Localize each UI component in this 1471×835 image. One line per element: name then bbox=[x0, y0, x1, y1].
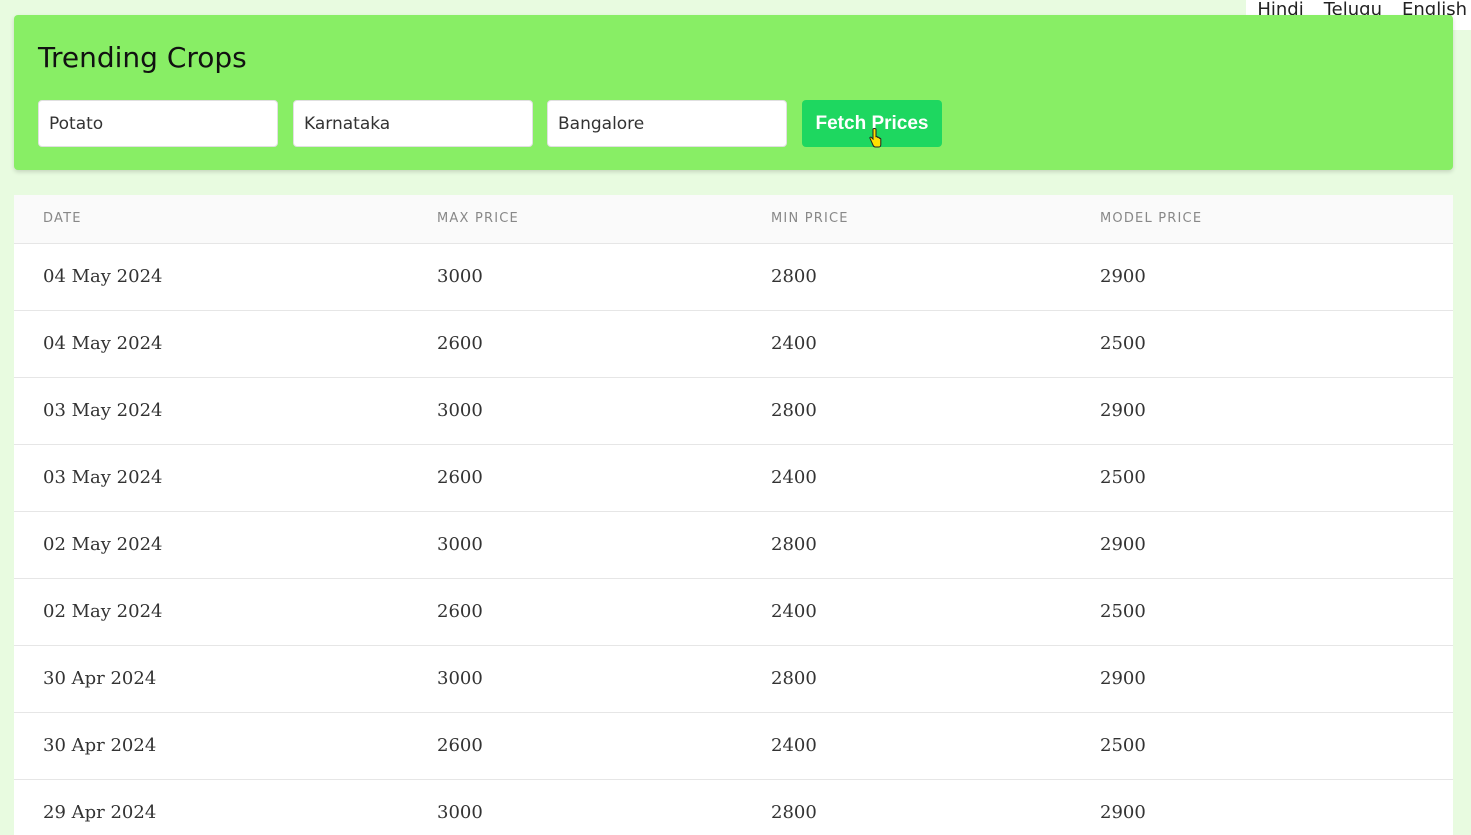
cell-date: 30 Apr 2024 bbox=[43, 668, 157, 689]
cell-date: 29 Apr 2024 bbox=[43, 802, 157, 824]
cell-model-price: 2500 bbox=[1100, 467, 1146, 488]
cell-max-price: 2600 bbox=[437, 735, 483, 756]
column-header-model-price: MODEL PRICE bbox=[1100, 211, 1203, 227]
table-row: 04 May 2024 2600 2400 2500 bbox=[14, 310, 1453, 377]
cell-model-price: 2500 bbox=[1100, 735, 1146, 756]
cell-min-price: 2800 bbox=[771, 668, 817, 689]
cell-model-price: 2900 bbox=[1100, 802, 1146, 824]
crop-input[interactable] bbox=[38, 100, 278, 147]
cell-model-price: 2900 bbox=[1100, 266, 1146, 287]
state-input[interactable] bbox=[293, 100, 533, 147]
cell-model-price: 2900 bbox=[1100, 400, 1146, 421]
cell-max-price: 3000 bbox=[437, 534, 483, 555]
cell-max-price: 3000 bbox=[437, 668, 483, 689]
column-header-max-price: MAX PRICE bbox=[437, 211, 519, 227]
cell-date: 03 May 2024 bbox=[43, 467, 163, 488]
cell-min-price: 2400 bbox=[771, 601, 817, 622]
table-row: 29 Apr 2024 3000 2800 2900 bbox=[14, 779, 1453, 835]
cell-model-price: 2500 bbox=[1100, 333, 1146, 354]
cell-max-price: 2600 bbox=[437, 467, 483, 488]
cell-date: 04 May 2024 bbox=[43, 266, 163, 287]
page-title: Trending Crops bbox=[38, 41, 247, 74]
cell-max-price: 3000 bbox=[437, 802, 483, 824]
cell-max-price: 3000 bbox=[437, 266, 483, 287]
cell-date: 02 May 2024 bbox=[43, 534, 163, 555]
table-row: 30 Apr 2024 3000 2800 2900 bbox=[14, 645, 1453, 712]
table-row: 02 May 2024 3000 2800 2900 bbox=[14, 511, 1453, 578]
market-input[interactable] bbox=[547, 100, 787, 147]
cell-min-price: 2400 bbox=[771, 735, 817, 756]
table-row: 30 Apr 2024 2600 2400 2500 bbox=[14, 712, 1453, 779]
cell-min-price: 2800 bbox=[771, 802, 817, 824]
cell-max-price: 2600 bbox=[437, 601, 483, 622]
cell-min-price: 2400 bbox=[771, 467, 817, 488]
column-header-date: DATE bbox=[43, 211, 82, 227]
cell-max-price: 2600 bbox=[437, 333, 483, 354]
cell-min-price: 2800 bbox=[771, 400, 817, 421]
cell-model-price: 2500 bbox=[1100, 601, 1146, 622]
table-header-row: DATE MAX PRICE MIN PRICE MODEL PRICE bbox=[14, 195, 1453, 243]
search-panel: Trending Crops Fetch Prices bbox=[14, 15, 1453, 170]
cell-date: 02 May 2024 bbox=[43, 601, 163, 622]
table-row: 03 May 2024 2600 2400 2500 bbox=[14, 444, 1453, 511]
cell-date: 04 May 2024 bbox=[43, 333, 163, 354]
cell-model-price: 2900 bbox=[1100, 534, 1146, 555]
cell-max-price: 3000 bbox=[437, 400, 483, 421]
prices-table-container: DATE MAX PRICE MIN PRICE MODEL PRICE 04 … bbox=[14, 195, 1453, 835]
cell-min-price: 2800 bbox=[771, 266, 817, 287]
cell-model-price: 2900 bbox=[1100, 668, 1146, 689]
hand-cursor-icon bbox=[869, 128, 882, 148]
cell-min-price: 2400 bbox=[771, 333, 817, 354]
column-header-min-price: MIN PRICE bbox=[771, 211, 849, 227]
cell-date: 03 May 2024 bbox=[43, 400, 163, 421]
cell-date: 30 Apr 2024 bbox=[43, 735, 157, 756]
cell-min-price: 2800 bbox=[771, 534, 817, 555]
prices-table: DATE MAX PRICE MIN PRICE MODEL PRICE 04 … bbox=[14, 195, 1453, 835]
table-row: 02 May 2024 2600 2400 2500 bbox=[14, 578, 1453, 645]
table-row: 03 May 2024 3000 2800 2900 bbox=[14, 377, 1453, 444]
table-row: 04 May 2024 3000 2800 2900 bbox=[14, 243, 1453, 310]
